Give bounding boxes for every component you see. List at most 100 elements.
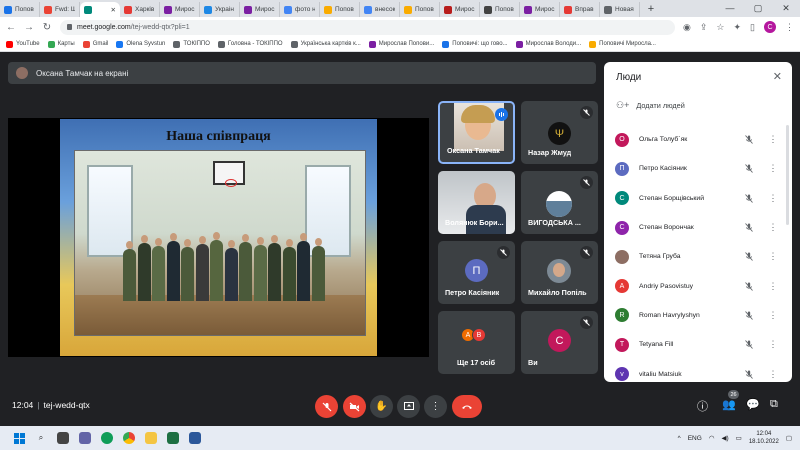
participant-tile[interactable]: Михайло Попіль [521, 241, 598, 304]
people-icon[interactable]: 👥 [722, 398, 736, 411]
person-more-options-icon[interactable]: ⋮ [768, 134, 778, 145]
browser-tab[interactable]: ✕ [80, 2, 120, 17]
word-icon[interactable] [184, 427, 206, 449]
bookmark-item[interactable]: Поповичі: що гово... [442, 40, 508, 48]
task-view-icon[interactable] [52, 427, 74, 449]
people-list-item[interactable]: П Петро Касіяник ⋮ [604, 154, 780, 183]
people-list-item[interactable]: A Andriy Pasovistuy ⋮ [604, 271, 780, 300]
close-icon[interactable]: ✕ [772, 3, 800, 14]
start-button[interactable] [8, 427, 30, 449]
edge-icon[interactable] [96, 427, 118, 449]
more-options-button[interactable]: ⋮ [424, 395, 447, 418]
sidebar-icon[interactable]: ▯ [750, 22, 755, 33]
person-more-options-icon[interactable]: ⋮ [768, 369, 778, 380]
reload-icon[interactable]: ↻ [42, 22, 52, 33]
participant-tile[interactable]: Волянюк Бори... [438, 171, 515, 234]
new-tab-button[interactable]: + [644, 3, 658, 15]
browser-tab[interactable]: Вправ [560, 2, 600, 17]
bookmark-item[interactable]: Українська картків к... [290, 40, 361, 48]
browser-tab[interactable]: Новая [600, 2, 640, 17]
browser-tab[interactable]: Попов [400, 2, 440, 17]
bookmark-item[interactable]: Olena Syvstun [116, 40, 165, 48]
browser-tab[interactable]: Мирос [440, 2, 480, 17]
person-avatar: О [615, 132, 629, 147]
add-people-button[interactable]: ⚇+ Додати людей [616, 100, 685, 111]
browser-tab[interactable]: Украін [200, 2, 240, 17]
people-list-item[interactable]: С Степан Ворончак ⋮ [604, 213, 780, 242]
participant-tile[interactable]: Оксана Тамчак [438, 101, 515, 164]
leave-call-button[interactable] [452, 395, 482, 418]
browser-tab[interactable]: Мирос [160, 2, 200, 17]
language-indicator[interactable]: ENG [688, 435, 702, 442]
tray-overflow-icon[interactable]: ^ [678, 435, 681, 442]
people-list-item[interactable]: R Roman Havrylyshyn ⋮ [604, 301, 780, 330]
browser-tab[interactable]: Мирос [520, 2, 560, 17]
people-list-item[interactable]: T Tetyana Fill ⋮ [604, 330, 780, 359]
person-more-options-icon[interactable]: ⋮ [768, 222, 778, 233]
person-more-options-icon[interactable]: ⋮ [768, 339, 778, 350]
maximize-icon[interactable]: ▢ [744, 3, 772, 14]
explorer-icon[interactable] [140, 427, 162, 449]
url-field[interactable]: meet.google.com/tej-wedd-qtx?pli=1 [60, 19, 676, 35]
excel-icon[interactable] [162, 427, 184, 449]
camera-toggle-button[interactable] [343, 395, 366, 418]
people-list-item[interactable]: С Степан Борщівський ⋮ [604, 184, 780, 213]
more-participants-tile[interactable]: АВ Ще 17 осіб [438, 311, 515, 374]
browser-tab[interactable]: фото н [280, 2, 320, 17]
raise-hand-button[interactable]: ✋ [370, 395, 393, 418]
search-icon[interactable]: ⌕ [30, 427, 52, 449]
chat-icon[interactable]: 💬 [746, 398, 760, 411]
wifi-icon[interactable]: ◠ [709, 434, 715, 442]
self-tile[interactable]: C Ви [521, 311, 598, 374]
mic-toggle-button[interactable] [315, 395, 338, 418]
activities-icon[interactable]: ⧉ [770, 398, 778, 411]
bookmark-item[interactable]: Поповичі Миросла... [589, 40, 656, 48]
chrome-icon[interactable] [118, 427, 140, 449]
profile-avatar[interactable]: C [764, 21, 776, 33]
extensions-icon[interactable]: ✦ [734, 22, 742, 33]
participant-tile[interactable]: П Петро Касіяник [438, 241, 515, 304]
browser-tab[interactable]: Попов [320, 2, 360, 17]
tab-close-icon[interactable]: ✕ [111, 6, 116, 14]
menu-icon[interactable]: ⋮ [785, 22, 794, 33]
forward-icon[interactable]: → [24, 22, 34, 33]
present-button[interactable] [397, 395, 420, 418]
camera-icon[interactable]: ◉ [683, 22, 691, 33]
people-list-item[interactable]: О Ольга Толуб`як ⋮ [604, 125, 780, 154]
people-list-item[interactable]: v vitaliu Matsiuk ⋮ [604, 359, 780, 382]
people-list-item[interactable]: Тетяна Груба ⋮ [604, 242, 780, 271]
person-more-options-icon[interactable]: ⋮ [768, 251, 778, 262]
bookmark-item[interactable]: YouTube [6, 40, 40, 48]
participant-tile[interactable]: ВИГОДСЬКА ... [521, 171, 598, 234]
browser-tab[interactable]: Харків [120, 2, 160, 17]
participant-tile[interactable]: Ψ Назар Жмуд [521, 101, 598, 164]
bookmark-item[interactable]: Карты [47, 40, 75, 48]
back-icon[interactable]: ← [6, 22, 16, 33]
browser-tab[interactable]: Попов [480, 2, 520, 17]
person-more-options-icon[interactable]: ⋮ [768, 310, 778, 321]
bookmark-item[interactable]: Gmail [82, 40, 108, 48]
star-icon[interactable]: ☆ [716, 22, 724, 33]
taskbar-clock[interactable]: 12:04 18.10.2022 [749, 430, 779, 446]
minimize-icon[interactable]: — [716, 3, 744, 14]
person-more-options-icon[interactable]: ⋮ [768, 281, 778, 292]
browser-tab[interactable]: Попов [0, 2, 40, 17]
meeting-details-icon[interactable]: ⓘ [697, 398, 708, 414]
bookmark-item[interactable]: Головна - ТОКІППО [217, 40, 283, 48]
person-more-options-icon[interactable]: ⋮ [768, 193, 778, 204]
person-avatar: С [615, 220, 629, 235]
close-panel-icon[interactable]: ✕ [773, 70, 782, 83]
panel-scrollbar[interactable] [786, 125, 789, 225]
browser-tab[interactable]: Fwd: Ш [40, 2, 80, 17]
notifications-icon[interactable]: ▢ [786, 434, 792, 442]
bookmark-item[interactable]: Мирослав Попови... [368, 40, 434, 48]
volume-icon[interactable]: ◀) [721, 434, 728, 442]
browser-tab[interactable]: внесок [360, 2, 400, 17]
battery-icon[interactable]: ▭ [736, 434, 742, 442]
teams-icon[interactable] [74, 427, 96, 449]
bookmark-item[interactable]: Мирослав Володи... [515, 40, 581, 48]
bookmark-item[interactable]: ТОКІППО [173, 40, 210, 48]
browser-tab[interactable]: Мирос [240, 2, 280, 17]
person-more-options-icon[interactable]: ⋮ [768, 163, 778, 174]
share-icon[interactable]: ⇪ [700, 22, 708, 33]
